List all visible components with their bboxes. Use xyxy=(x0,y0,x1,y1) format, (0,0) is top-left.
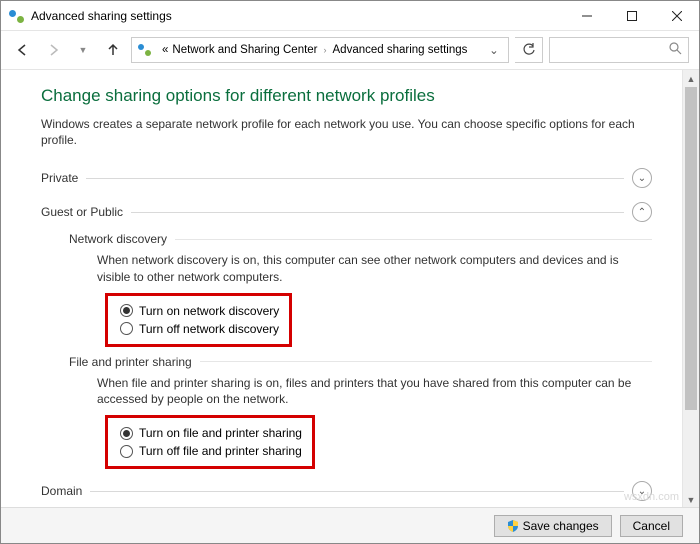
chevron-right-icon[interactable]: › xyxy=(322,45,329,55)
scroll-up-icon[interactable]: ▲ xyxy=(683,70,699,87)
section-domain: Domain ⌄ xyxy=(41,479,652,503)
main-content: Change sharing options for different net… xyxy=(1,70,682,508)
breadcrumb-overflow[interactable]: « xyxy=(162,44,168,56)
file-printer-description: When file and printer sharing is on, fil… xyxy=(97,375,652,407)
section-guest-public: Guest or Public ⌃ Network discovery When… xyxy=(41,200,652,469)
subheader-file-printer-sharing: File and printer sharing xyxy=(69,355,652,369)
scroll-down-icon[interactable]: ▼ xyxy=(683,491,699,508)
radio-label: Turn off network discovery xyxy=(139,322,279,336)
radio-icon xyxy=(120,322,133,335)
vertical-scrollbar[interactable]: ▲ ▼ xyxy=(682,70,699,508)
breadcrumb-item[interactable]: Advanced sharing settings xyxy=(333,44,468,56)
section-header-private[interactable]: Private ⌄ xyxy=(41,166,652,190)
control-panel-icon xyxy=(138,42,154,58)
watermark-text: wsxdn.com xyxy=(624,491,679,503)
breadcrumb[interactable]: « Network and Sharing Center › Advanced … xyxy=(131,37,509,63)
title-bar: Advanced sharing settings xyxy=(1,1,699,31)
radio-turn-off-network-discovery[interactable]: Turn off network discovery xyxy=(120,320,279,338)
footer-bar: Save changes Cancel xyxy=(1,507,699,543)
section-header-guest-public[interactable]: Guest or Public ⌃ xyxy=(41,200,652,224)
search-input[interactable] xyxy=(549,37,689,63)
radio-group-file-printer: Turn on file and printer sharing Turn of… xyxy=(120,424,302,460)
section-label: Private xyxy=(41,171,78,185)
chevron-down-icon[interactable]: ⌄ xyxy=(632,168,652,188)
highlight-network-discovery: Turn on network discovery Turn off netwo… xyxy=(105,293,292,347)
minimize-button[interactable] xyxy=(564,1,609,31)
highlight-file-printer: Turn on file and printer sharing Turn of… xyxy=(105,415,315,469)
section-private: Private ⌄ xyxy=(41,166,652,190)
radio-turn-off-file-printer[interactable]: Turn off file and printer sharing xyxy=(120,442,302,460)
refresh-button[interactable] xyxy=(515,37,543,63)
shield-icon xyxy=(507,520,519,532)
cancel-button[interactable]: Cancel xyxy=(620,515,683,537)
navigation-bar: ▼ « Network and Sharing Center › Advance… xyxy=(1,31,699,70)
save-changes-button[interactable]: Save changes xyxy=(494,515,612,537)
window-title: Advanced sharing settings xyxy=(31,9,172,23)
radio-label: Turn on file and printer sharing xyxy=(139,426,302,440)
scroll-track[interactable] xyxy=(683,87,699,491)
radio-turn-on-network-discovery[interactable]: Turn on network discovery xyxy=(120,302,279,320)
subheader-label: File and printer sharing xyxy=(69,355,192,369)
subheader-label: Network discovery xyxy=(69,232,167,246)
nav-forward-button[interactable] xyxy=(41,38,65,62)
radio-icon xyxy=(120,445,133,458)
recent-locations-button[interactable]: ▼ xyxy=(71,38,95,62)
page-title: Change sharing options for different net… xyxy=(41,86,652,106)
radio-icon xyxy=(120,304,133,317)
section-label: Domain xyxy=(41,484,82,498)
radio-icon xyxy=(120,427,133,440)
save-changes-label: Save changes xyxy=(523,519,599,533)
section-header-domain[interactable]: Domain ⌄ xyxy=(41,479,652,503)
subheader-network-discovery: Network discovery xyxy=(69,232,652,246)
page-description: Windows creates a separate network profi… xyxy=(41,116,652,148)
radio-group-network-discovery: Turn on network discovery Turn off netwo… xyxy=(120,302,279,338)
search-icon xyxy=(669,42,682,58)
radio-label: Turn off file and printer sharing xyxy=(139,444,302,458)
breadcrumb-dropdown[interactable]: ⌄ xyxy=(484,43,504,57)
nav-back-button[interactable] xyxy=(11,38,35,62)
nav-up-button[interactable] xyxy=(101,38,125,62)
section-label: Guest or Public xyxy=(41,205,123,219)
network-discovery-description: When network discovery is on, this compu… xyxy=(97,252,652,284)
radio-turn-on-file-printer[interactable]: Turn on file and printer sharing xyxy=(120,424,302,442)
app-icon xyxy=(9,8,25,24)
scroll-thumb[interactable] xyxy=(685,87,697,410)
close-button[interactable] xyxy=(654,1,699,31)
breadcrumb-item[interactable]: Network and Sharing Center xyxy=(172,44,317,56)
cancel-label: Cancel xyxy=(633,519,670,533)
radio-label: Turn on network discovery xyxy=(139,304,279,318)
maximize-button[interactable] xyxy=(609,1,654,31)
chevron-up-icon[interactable]: ⌃ xyxy=(632,202,652,222)
